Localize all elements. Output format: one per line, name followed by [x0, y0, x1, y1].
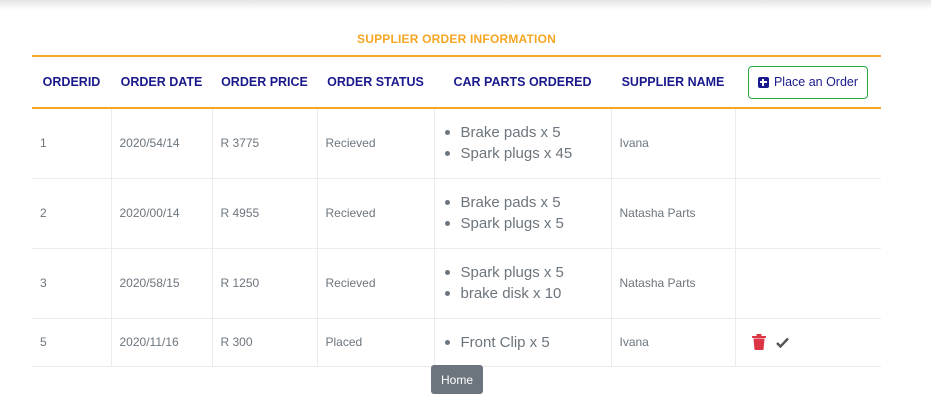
plus-square-icon [757, 76, 769, 88]
table-row: 5 2020/11/16 R 300 Placed Front Clip x 5… [32, 318, 881, 367]
actions-cell [735, 318, 881, 367]
table-header-row: ORDERID ORDER DATE ORDER PRICE ORDER STA… [32, 55, 881, 109]
parts-cell: Front Clip x 5 [434, 318, 612, 367]
order-price-cell: R 300 [212, 318, 318, 367]
order-id-cell: 3 [32, 248, 112, 319]
order-status-cell: Placed [317, 318, 435, 367]
parts-list: Brake pads x 5 Spark plugs x 45 [443, 122, 603, 164]
check-icon[interactable] [775, 337, 789, 348]
actions-cell [735, 178, 881, 249]
parts-cell: Spark plugs x 5 brake disk x 10 [434, 248, 612, 319]
table-row: 1 2020/54/14 R 3775 Recieved Brake pads … [32, 108, 881, 179]
part-item: Spark plugs x 5 [444, 213, 603, 234]
place-order-label: Place an Order [773, 75, 859, 89]
supplier-cell: Natasha Parts [611, 178, 736, 249]
part-item: Spark plugs x 5 [444, 262, 603, 283]
order-id-cell: 1 [32, 108, 112, 179]
order-date-cell: 2020/11/16 [111, 318, 213, 367]
header-supplier-name: SUPPLIER NAME [611, 55, 735, 109]
order-date-cell: 2020/54/14 [111, 108, 213, 179]
page-title: SUPPLIER ORDER INFORMATION [357, 32, 556, 46]
order-price-cell: R 1250 [212, 248, 318, 319]
part-item: Brake pads x 5 [444, 192, 603, 213]
parts-list: Spark plugs x 5 brake disk x 10 [443, 262, 603, 304]
top-shadow [0, 0, 931, 10]
orders-table: ORDERID ORDER DATE ORDER PRICE ORDER STA… [32, 55, 881, 367]
actions-cell [735, 248, 881, 319]
header-car-parts: CAR PARTS ORDERED [434, 55, 611, 109]
row-actions [744, 334, 874, 350]
supplier-cell: Natasha Parts [611, 248, 736, 319]
order-status-cell: Recieved [317, 108, 435, 179]
supplier-cell: Ivana [611, 318, 736, 367]
table-row: 3 2020/58/15 R 1250 Recieved Spark plugs… [32, 248, 881, 319]
place-order-button[interactable]: Place an Order [747, 65, 869, 99]
order-status-cell: Recieved [317, 178, 435, 249]
order-date-cell: 2020/58/15 [111, 248, 213, 319]
order-id-cell: 5 [32, 318, 112, 367]
parts-list: Brake pads x 5 Spark plugs x 5 [443, 192, 603, 234]
parts-cell: Brake pads x 5 Spark plugs x 5 [434, 178, 612, 249]
supplier-cell: Ivana [611, 108, 736, 179]
header-order-status: ORDER STATUS [317, 55, 434, 109]
parts-cell: Brake pads x 5 Spark plugs x 45 [434, 108, 612, 179]
part-item: brake disk x 10 [444, 283, 603, 304]
order-status-cell: Recieved [317, 248, 435, 319]
header-order-date: ORDER DATE [111, 55, 212, 109]
header-actions: Place an Order [735, 55, 881, 109]
header-order-id: ORDERID [32, 55, 111, 109]
header-order-price: ORDER PRICE [212, 55, 317, 109]
part-item: Brake pads x 5 [444, 122, 603, 143]
part-item: Spark plugs x 45 [444, 143, 603, 164]
order-price-cell: R 4955 [212, 178, 318, 249]
trash-icon[interactable] [751, 334, 766, 350]
actions-cell [735, 108, 881, 179]
table-row: 2 2020/00/14 R 4955 Recieved Brake pads … [32, 178, 881, 249]
order-price-cell: R 3775 [212, 108, 318, 179]
order-date-cell: 2020/00/14 [111, 178, 213, 249]
order-id-cell: 2 [32, 178, 112, 249]
home-button[interactable]: Home [431, 365, 483, 394]
parts-list: Front Clip x 5 [443, 332, 603, 353]
part-item: Front Clip x 5 [444, 332, 603, 353]
